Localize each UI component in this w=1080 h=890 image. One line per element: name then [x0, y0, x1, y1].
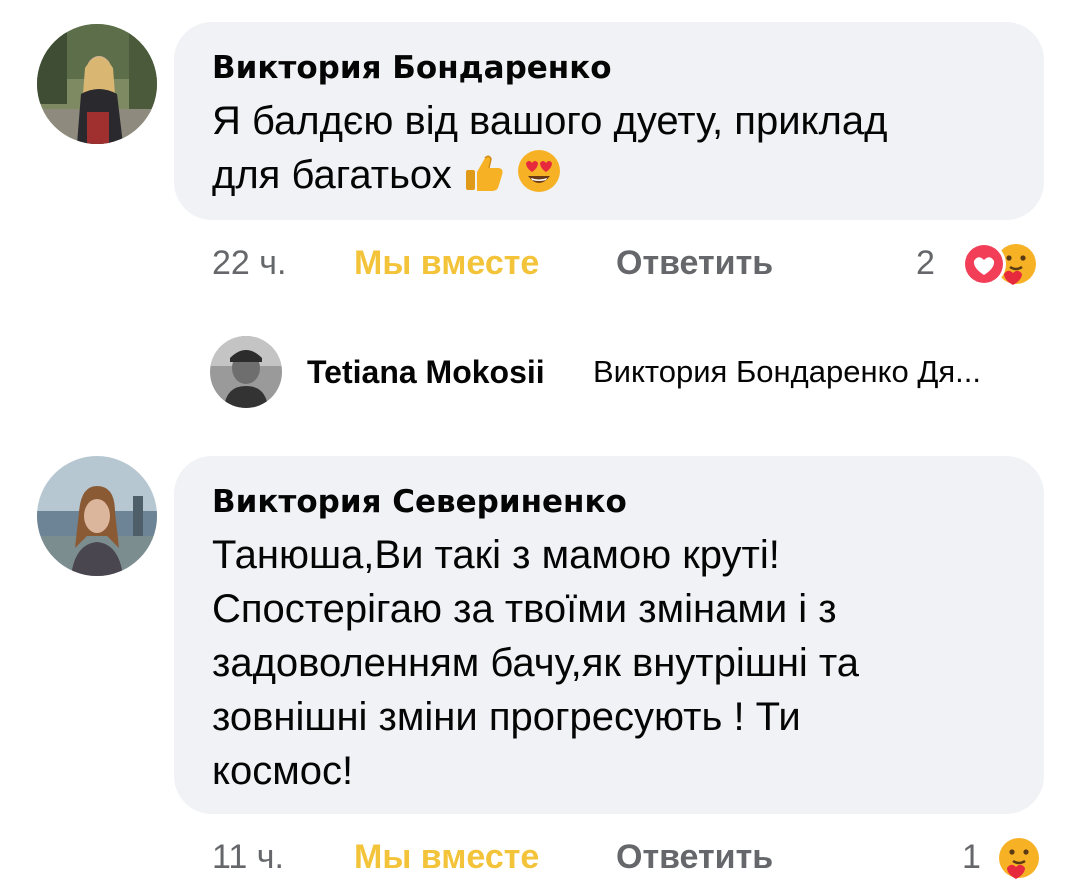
comment-text-line: Танюша,Ви такі з мамою круті!: [212, 533, 780, 577]
thumbs-up-icon: [463, 150, 505, 208]
comment-time[interactable]: 11 ч.: [212, 832, 284, 882]
comment-bubble: Виктория Бондаренко Я балдєю від вашого …: [174, 22, 1044, 220]
comment-text-line: Я балдєю від вашого дуету, приклад: [212, 99, 888, 143]
comment-actions: 22 ч. Мы вместе Ответить 2: [212, 238, 1052, 288]
heart-eyes-icon: [516, 148, 562, 208]
comment-text-line: для багатьох: [212, 153, 452, 197]
reply-button[interactable]: Ответить: [616, 238, 773, 288]
reactions[interactable]: [948, 240, 1048, 290]
comment-bubble: Виктория Северинeнко Танюша,Ви такі з ма…: [174, 456, 1044, 814]
comment-text-line: космос!: [212, 749, 354, 793]
reaction-count[interactable]: 1: [962, 832, 981, 882]
comment-text: Я балдєю від вашого дуету, приклад для б…: [212, 94, 1006, 208]
reply-button[interactable]: Ответить: [616, 832, 773, 882]
reply-author[interactable]: Tetiana Mokosii: [307, 350, 545, 394]
avatar[interactable]: [210, 336, 282, 408]
comment-text: Танюша,Ви такі з мамою круті! Спостеріга…: [212, 528, 1006, 798]
avatar[interactable]: [37, 24, 157, 144]
comment-author[interactable]: Виктория Бондаренко: [212, 48, 1006, 88]
comment-text-line: зовнішні зміни прогресують ! Ти: [212, 695, 801, 739]
together-button[interactable]: Мы вместе: [354, 238, 539, 288]
together-button[interactable]: Мы вместе: [354, 832, 539, 882]
comment-text-line: Спостерігаю за твоїми змінами і з: [212, 587, 837, 631]
comment-text-line: задоволенням бачу,як внутрішні та: [212, 641, 860, 685]
reply-preview[interactable]: Tetiana Mokosii Виктория Бондаренко Дя..…: [210, 336, 1050, 408]
reaction-count[interactable]: 2: [916, 238, 935, 288]
comment-actions: 11 ч. Мы вместе Ответить 1: [212, 832, 1052, 882]
avatar[interactable]: [37, 456, 157, 576]
comment-time[interactable]: 22 ч.: [212, 238, 286, 288]
reply-text[interactable]: Виктория Бондаренко Дя...: [593, 350, 981, 394]
comment-author[interactable]: Виктория Северинeнко: [212, 482, 1006, 522]
care-hug-icon[interactable]: [994, 834, 1044, 884]
